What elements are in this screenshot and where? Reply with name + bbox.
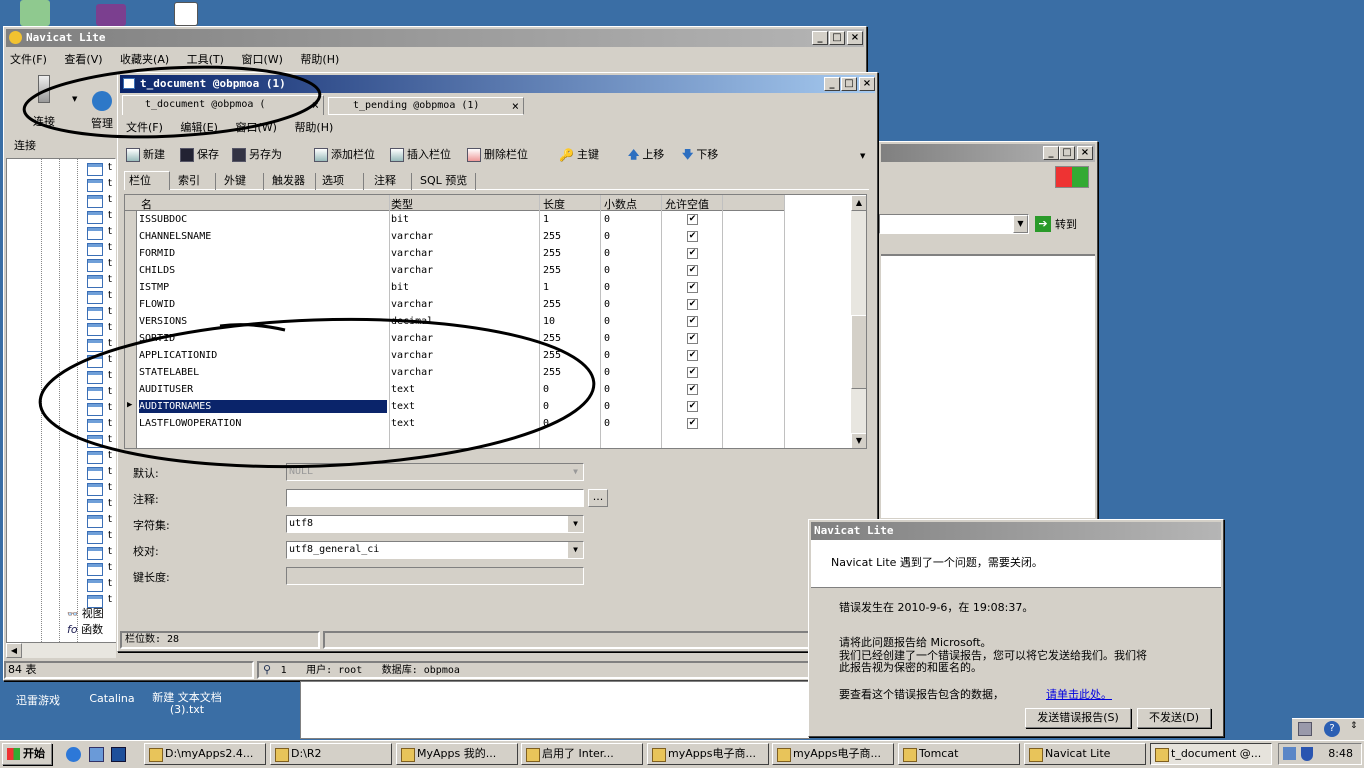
view-data-text: 要查看这个错误报告包含的数据， — [839, 688, 1004, 701]
system-tray: 8:48 — [1278, 743, 1362, 765]
dialog-headline: Navicat Lite 遇到了一个问题，需要关闭。 — [831, 556, 1043, 569]
quick-tray: ? ⇕ — [1292, 718, 1364, 740]
ie-icon[interactable] — [66, 747, 81, 762]
console-icon[interactable] — [111, 747, 126, 762]
taskbar: 开始 D:\myApps2.4... D:\R2 MyApps 我的... 启用… — [0, 740, 1364, 768]
task-label: myApps电子商... — [793, 747, 881, 760]
dialog-header: Navicat Lite 遇到了一个问题，需要关闭。 — [811, 540, 1221, 588]
taskbar-task-myapps-ec-2[interactable]: myApps电子商... — [772, 743, 894, 765]
taskbar-task-tomcat[interactable]: Tomcat — [898, 743, 1020, 765]
start-label: 开始 — [23, 747, 45, 760]
taskbar-task-explorer-1[interactable]: D:\myApps2.4... — [144, 743, 266, 765]
taskbar-task-ie[interactable]: 启用了 Inter... — [521, 743, 643, 765]
annotation-circle-rows — [38, 317, 596, 469]
report-text-line-3: 此报告视为保密的和匿名的。 — [839, 661, 982, 674]
task-label: myApps电子商... — [668, 747, 756, 760]
dont-send-button[interactable]: 不发送(D) — [1137, 708, 1211, 728]
task-label: Navicat Lite — [1045, 747, 1111, 760]
dont-send-label: 不发送(D) — [1148, 711, 1200, 724]
taskbar-task-myapps[interactable]: MyApps 我的... — [396, 743, 518, 765]
task-label: MyApps 我的... — [417, 747, 497, 760]
send-label: 发送错误报告(S) — [1037, 711, 1119, 724]
task-label: 启用了 Inter... — [542, 747, 614, 760]
shield-icon[interactable] — [1301, 747, 1313, 761]
taskbar-task-myapps-ec-1[interactable]: myApps电子商... — [647, 743, 769, 765]
dialog-title: Navicat Lite — [814, 524, 894, 537]
error-dialog[interactable]: Navicat Lite Navicat Lite 遇到了一个问题，需要关闭。 … — [808, 519, 1224, 737]
help-icon[interactable]: ? — [1324, 721, 1340, 737]
printer-icon[interactable] — [1298, 722, 1312, 736]
task-label: D:\myApps2.4... — [165, 747, 254, 760]
clock: 8:48 — [1328, 747, 1353, 760]
error-occurred-text: 错误发生在 2010-9-6，在 19:08:37。 — [839, 601, 1034, 614]
send-report-button[interactable]: 发送错误报告(S) — [1025, 708, 1131, 728]
resize-arrows-icon[interactable]: ⇕ — [1350, 721, 1358, 731]
view-data-link[interactable]: 请单击此处。 — [1046, 686, 1112, 702]
task-label: D:\R2 — [291, 747, 322, 760]
dialog-titlebar[interactable]: Navicat Lite — [811, 522, 1221, 540]
start-button[interactable]: 开始 — [2, 743, 52, 765]
taskbar-task-navicat[interactable]: Navicat Lite — [1024, 743, 1146, 765]
refresh-icon[interactable] — [89, 747, 104, 762]
task-label: t_document @... — [1171, 747, 1262, 760]
network-icon[interactable] — [1283, 747, 1296, 760]
task-label: Tomcat — [919, 747, 959, 760]
annotation-circle-titlebar — [22, 65, 322, 139]
taskbar-task-explorer-2[interactable]: D:\R2 — [270, 743, 392, 765]
taskbar-task-t-document[interactable]: t_document @... — [1150, 743, 1272, 765]
windows-logo-icon — [7, 748, 20, 760]
